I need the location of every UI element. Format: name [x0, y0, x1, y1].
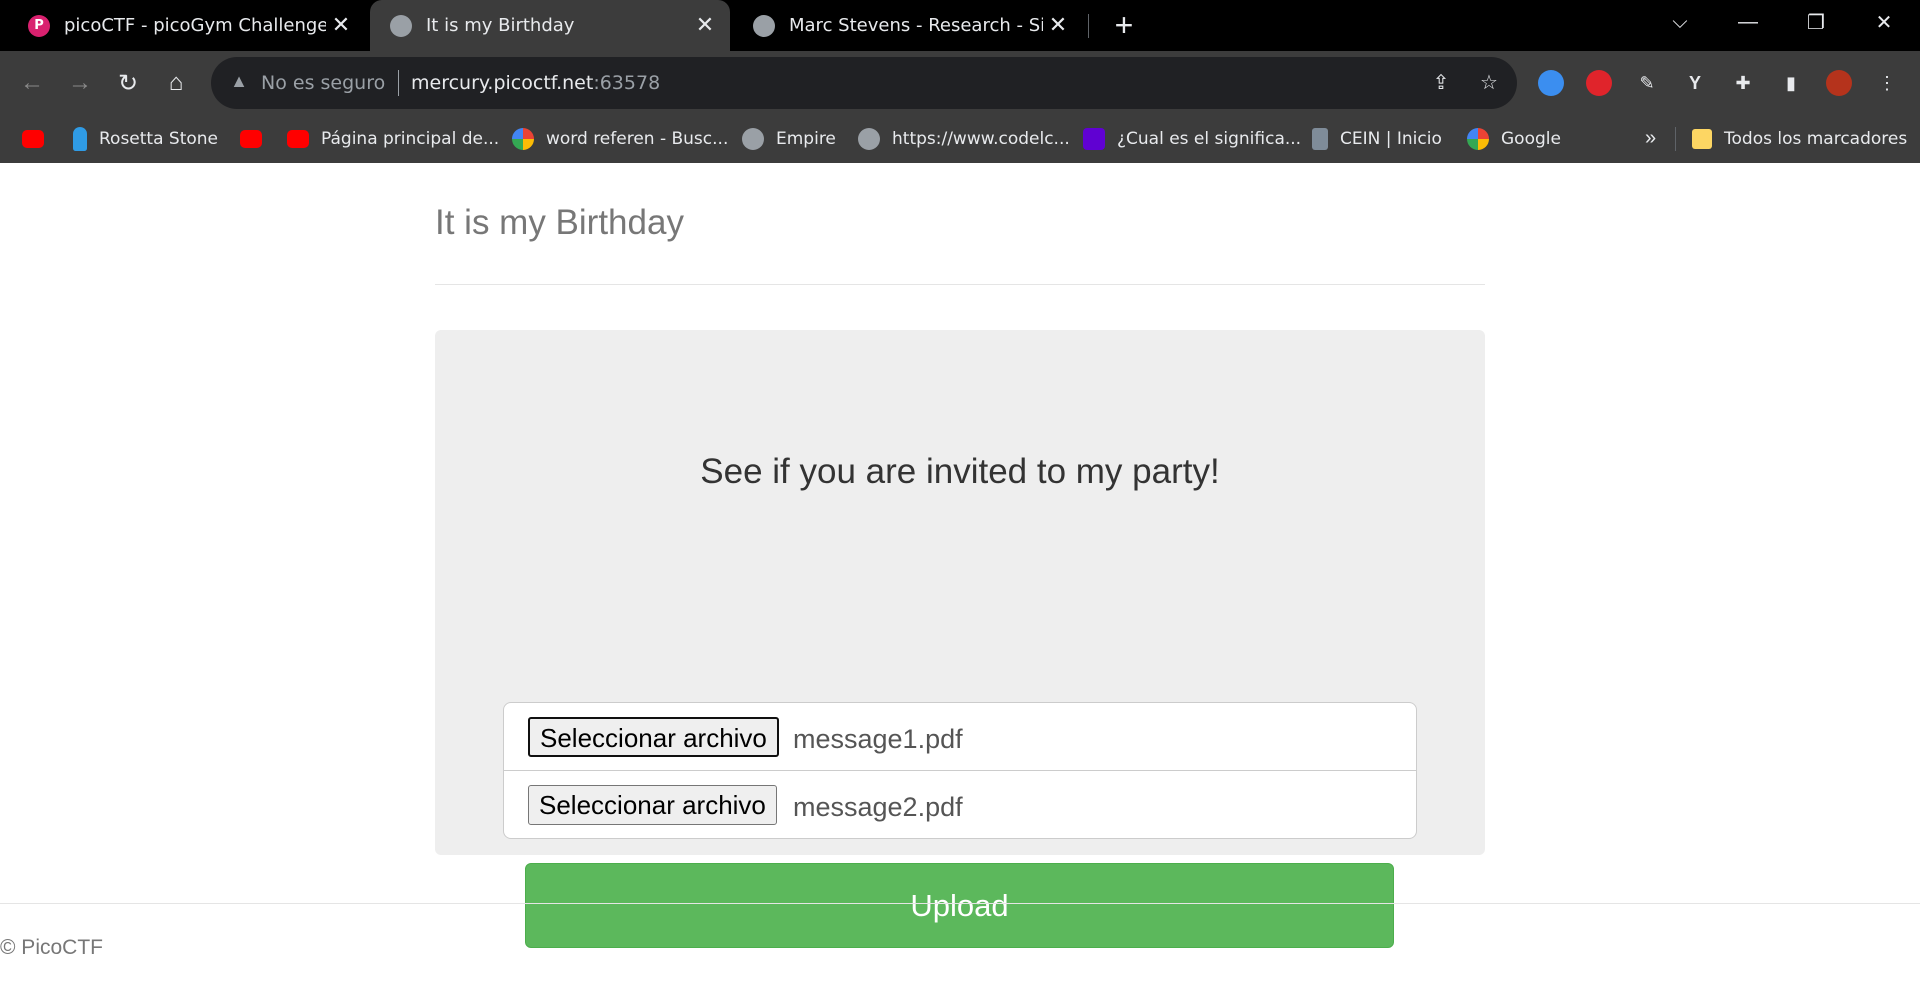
- reload-icon[interactable]: ↻: [108, 63, 148, 103]
- tab-title: Marc Stevens - Research - Single: [789, 15, 1043, 36]
- bookmark-label: Empire: [776, 129, 836, 149]
- bookmarks-overflow-icon[interactable]: »: [1645, 127, 1656, 150]
- rosetta-stone-icon: [73, 127, 87, 151]
- tab-title: It is my Birthday: [426, 15, 575, 36]
- close-icon[interactable]: ✕: [690, 13, 720, 38]
- minimize-icon[interactable]: —: [1720, 0, 1776, 44]
- vpn-extension-icon[interactable]: [1533, 65, 1569, 101]
- tab-title: picoCTF - picoGym Challenges: [64, 15, 326, 36]
- tab-separator: [1088, 14, 1089, 38]
- color-picker-extension-icon[interactable]: ✎: [1629, 65, 1665, 101]
- tab-picoctf[interactable]: P picoCTF - picoGym Challenges ✕: [8, 0, 366, 51]
- choose-file-button-2[interactable]: Seleccionar archivo: [528, 785, 777, 825]
- bookmarks-separator: [1675, 127, 1676, 151]
- bookmark-empire[interactable]: Empire: [742, 125, 836, 153]
- bookmark-word-referen[interactable]: word referen - Busc...: [512, 125, 728, 153]
- invite-heading: See if you are invited to my party!: [700, 452, 1220, 491]
- restore-icon[interactable]: ❐: [1788, 0, 1844, 44]
- upload-button[interactable]: Upload: [525, 863, 1394, 948]
- new-tab-button[interactable]: +: [1106, 7, 1142, 43]
- youtube-icon: [22, 130, 44, 148]
- adblock-extension-icon[interactable]: [1581, 65, 1617, 101]
- google-icon: [512, 128, 534, 150]
- bookmark-label: ¿Cual es el significa...: [1117, 129, 1302, 149]
- url-port: :63578: [593, 72, 661, 94]
- file-input-row-2: Seleccionar archivo message2.pdf: [503, 770, 1417, 839]
- globe-icon: [742, 128, 764, 150]
- tab-strip: P picoCTF - picoGym Challenges ✕ It is m…: [0, 0, 1920, 51]
- globe-icon: [753, 14, 775, 37]
- page-content: It is my Birthday See if you are invited…: [0, 163, 1920, 1005]
- bookmark-google[interactable]: Google: [1467, 125, 1561, 153]
- youtube-icon: [287, 130, 309, 148]
- footer-copyright: © PicoCTF: [0, 936, 103, 959]
- file-name-1: message1.pdf: [793, 724, 963, 754]
- globe-icon: [858, 128, 880, 150]
- tab-marc-stevens[interactable]: Marc Stevens - Research - Single ✕: [733, 0, 1083, 51]
- navigation-bar: ← → ↻ ⌂ ▲ No es seguro mercury.picoctf.n…: [0, 51, 1920, 115]
- file-name-2: message2.pdf: [793, 792, 963, 822]
- menu-kebab-icon[interactable]: ⋮: [1869, 65, 1905, 101]
- close-icon[interactable]: ✕: [326, 13, 356, 38]
- address-bar[interactable]: ▲ No es seguro mercury.picoctf.net:63578…: [211, 57, 1517, 109]
- share-icon[interactable]: ⇪: [1427, 69, 1455, 97]
- profile-avatar-icon[interactable]: [1821, 65, 1857, 101]
- bookmarks-bar: Rosetta Stone Página principal de... wor…: [0, 115, 1920, 163]
- choose-file-button-1[interactable]: Seleccionar archivo: [528, 717, 779, 757]
- bookmark-star-icon[interactable]: ☆: [1475, 69, 1503, 97]
- bookmark-label: https://www.codelc...: [892, 129, 1070, 149]
- file-input-row-1: Seleccionar archivo message1.pdf: [503, 702, 1417, 771]
- warning-icon[interactable]: ▲: [227, 71, 251, 95]
- header-divider: [435, 284, 1485, 285]
- cein-icon: [1312, 128, 1328, 150]
- bookmarks-folder-all[interactable]: Todos los marcadores: [1692, 125, 1907, 153]
- security-label[interactable]: No es seguro: [261, 72, 385, 94]
- bookmark-label: CEIN | Inicio: [1340, 129, 1442, 149]
- bookmark-youtube[interactable]: [22, 125, 56, 153]
- home-icon[interactable]: ⌂: [156, 63, 196, 103]
- upload-panel: See if you are invited to my party! Sele…: [435, 330, 1485, 948]
- youtube-icon: [240, 130, 262, 148]
- extensions-puzzle-icon[interactable]: ✚: [1725, 65, 1761, 101]
- bookmark-pagina-principal[interactable]: Página principal de...: [287, 125, 499, 153]
- footer-divider: [0, 903, 1920, 904]
- folder-icon: [1692, 129, 1712, 149]
- yoast-extension-icon[interactable]: Y: [1677, 65, 1713, 101]
- bookmark-label: Todos los marcadores: [1724, 129, 1908, 149]
- bookmark-label: Página principal de...: [321, 129, 500, 149]
- picoctf-icon: P: [28, 14, 50, 37]
- globe-icon: [390, 14, 412, 37]
- back-icon[interactable]: ←: [12, 63, 52, 103]
- bookmark-cual-es[interactable]: ¿Cual es el significa...: [1083, 125, 1301, 153]
- bookmark-codelco[interactable]: https://www.codelc...: [858, 125, 1070, 153]
- google-icon: [1467, 128, 1489, 150]
- page-title: It is my Birthday: [435, 203, 684, 242]
- close-window-icon[interactable]: ✕: [1856, 0, 1912, 44]
- url-text[interactable]: mercury.picoctf.net:63578: [411, 72, 660, 94]
- bookmark-rosetta-stone[interactable]: Rosetta Stone: [73, 125, 218, 153]
- forward-icon[interactable]: →: [60, 63, 100, 103]
- bookmark-label: Google: [1501, 129, 1561, 149]
- bookmark-cein[interactable]: CEIN | Inicio: [1312, 125, 1442, 153]
- bookmark-youtube-2[interactable]: [240, 125, 274, 153]
- close-icon[interactable]: ✕: [1043, 13, 1073, 38]
- bookmark-label: word referen - Busc...: [546, 129, 729, 149]
- url-host: mercury.picoctf.net: [411, 72, 594, 94]
- yahoo-icon: [1083, 128, 1105, 150]
- tab-birthday[interactable]: It is my Birthday ✕: [370, 0, 730, 51]
- divider: [398, 70, 399, 96]
- bookmark-label: Rosetta Stone: [99, 129, 219, 149]
- tab-search-icon[interactable]: ⌵: [1652, 0, 1708, 44]
- side-panel-icon[interactable]: ▮: [1773, 65, 1809, 101]
